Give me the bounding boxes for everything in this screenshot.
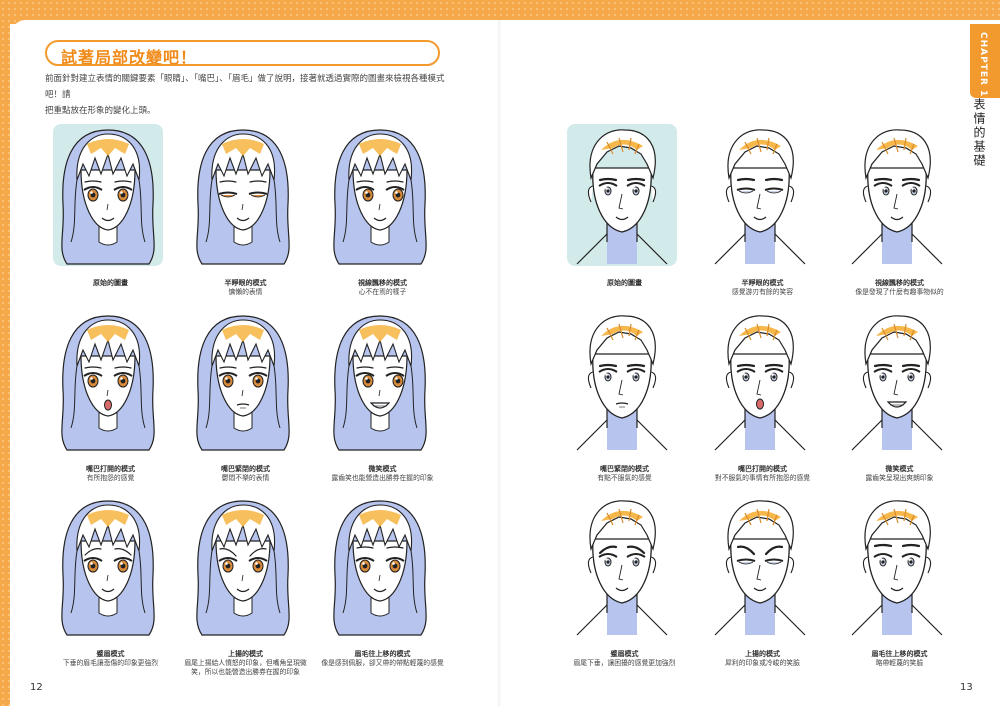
- boy-face-illustration: [842, 310, 957, 455]
- caption-title: 視線飄移的模式: [875, 279, 924, 287]
- girl-face-drawing: [61, 500, 155, 636]
- boy-face-illustration: [705, 495, 820, 640]
- caption-description: 像是感到佩服，卻又帶的帶點輕蔑的感覺: [321, 659, 444, 667]
- chapter-tab: CHAPTER 1: [970, 24, 1000, 98]
- girl-face-panel: 眉毛往上移的模式 像是感到佩服，卻又帶的帶點輕蔑的感覺: [321, 495, 444, 667]
- girl-face-panel: 視線飄移的模式 心不在焉的樣子: [325, 124, 440, 296]
- boy-face-illustration: [842, 124, 957, 269]
- girl-face-illustration: [53, 124, 168, 269]
- page-number-left: 12: [30, 682, 43, 693]
- girl-face-panel: 原始的圖畫: [53, 124, 168, 287]
- boy-face-drawing: [851, 129, 943, 265]
- girl-face-illustration: [53, 310, 168, 455]
- caption-description: 像是發現了什麼有趣事物似的: [855, 288, 944, 296]
- caption-title: 嘴巴打開的模式: [86, 465, 135, 473]
- caption-title: 微笑模式: [368, 465, 397, 473]
- boy-face-drawing: [576, 315, 668, 451]
- girl-face-illustration: [188, 495, 303, 640]
- chapter-name: 表情的基礎: [972, 98, 986, 168]
- caption-description: 露齒笑也能營造出勝券在握的印象: [331, 474, 434, 482]
- boy-face-panel: 原始的圖畫: [567, 124, 682, 287]
- caption-title: 原始的圖畫: [607, 279, 642, 287]
- girl-face-illustration: [188, 124, 303, 269]
- caption-title: 嘴巴緊閉的模式: [600, 465, 649, 473]
- boy-face-panel: 嘴巴打開的模式 對不服氣的事情有所抱怨的感覺: [705, 310, 820, 482]
- caption-description: 略帶輕蔑的笑臉: [875, 659, 924, 667]
- boy-face-panel: 嘴巴緊閉的模式 有點不服氣的感覺: [567, 310, 682, 482]
- girl-face-panel: 蹙眉模式 下垂的眉毛讓悲傷的印象更強烈: [53, 495, 168, 667]
- girl-face-drawing: [53, 124, 163, 266]
- intro-paragraph: 前面針對建立表情的關鍵要素「眼睛」、「嘴巴」、「眉毛」做了說明，接著就透過實際的…: [45, 71, 445, 119]
- boy-face-illustration: [705, 124, 820, 269]
- boy-face-drawing: [851, 315, 943, 451]
- girl-face-panel: 微笑模式 露齒笑也能營造出勝券在握的印象: [325, 310, 440, 482]
- girl-face-illustration: [325, 310, 440, 455]
- girl-face-illustration: [325, 495, 440, 640]
- boy-face-drawing: [714, 129, 806, 265]
- boy-face-panel: 眉毛往上移的模式 略帶輕蔑的笑臉: [842, 495, 957, 667]
- caption-title: 半睜眼的模式: [741, 279, 784, 287]
- section-title: 試著局部改變吧！: [61, 48, 198, 67]
- boy-face-panel: 微笑模式 露齒笑呈現出爽朗印象: [842, 310, 957, 482]
- girl-face-drawing: [196, 315, 290, 451]
- intro-line: 把重點放在形象的變化上頭。: [45, 106, 156, 116]
- caption-title: 眉毛往上移的模式: [871, 650, 928, 658]
- caption-title: 嘴巴緊閉的模式: [221, 465, 270, 473]
- boy-face-illustration: [842, 495, 957, 640]
- page-number-right: 13: [960, 682, 973, 693]
- boy-face-drawing: [576, 500, 668, 636]
- section-title-box: 試著局部改變吧！: [45, 40, 440, 67]
- caption-title: 半睜眼的模式: [224, 279, 267, 287]
- girl-face-illustration: [325, 124, 440, 269]
- caption-description: 心不在焉的樣子: [358, 288, 407, 296]
- caption-title: 上揚的模式: [228, 650, 263, 658]
- boy-face-panel: 蹙眉模式 眉尾下垂，讓困擾的感覺更加強烈: [567, 495, 682, 667]
- caption-title: 眉毛往上移的模式: [354, 650, 411, 658]
- girl-face-drawing: [333, 315, 427, 451]
- left-decorative-edge: [0, 0, 10, 706]
- girl-face-illustration: [188, 310, 303, 455]
- chapter-tab-label: CHAPTER 1: [978, 32, 988, 98]
- boy-face-panel: 視線飄移的模式 像是發現了什麼有趣事物似的: [842, 124, 957, 296]
- boy-face-illustration: [567, 310, 682, 455]
- caption-title: 蹙眉模式: [96, 650, 125, 658]
- girl-face-panel: 嘴巴打開的模式 有所抱怨的感覺: [53, 310, 168, 482]
- boy-face-drawing: [714, 315, 806, 451]
- caption-description: 笑，所以也能營造出勝券在握的印象: [191, 668, 300, 676]
- girl-face-illustration: [53, 495, 168, 640]
- girl-face-drawing: [333, 129, 427, 265]
- boy-face-panel: 上揚的模式 犀利的印象或冷峻的笑臉: [705, 495, 820, 667]
- girl-face-panel: 半睜眼的模式 慵懶的表情: [188, 124, 303, 296]
- boy-face-illustration: [567, 124, 682, 269]
- caption-title: 視線飄移的模式: [358, 279, 407, 287]
- caption-title: 蹙眉模式: [610, 650, 639, 658]
- boy-face-drawing: [567, 124, 677, 266]
- caption-title: 微笑模式: [885, 465, 914, 473]
- caption-title: 上揚的模式: [745, 650, 780, 658]
- boy-face-drawing: [851, 500, 943, 636]
- boy-face-panel: 半睜眼的模式 感覺游刃有餘的笑容: [705, 124, 820, 296]
- caption-title: 嘴巴打開的模式: [738, 465, 787, 473]
- girl-face-drawing: [196, 129, 290, 265]
- girl-face-drawing: [61, 315, 155, 451]
- boy-face-illustration: [567, 495, 682, 640]
- girl-face-drawing: [196, 500, 290, 636]
- caption-description: 露齒笑呈現出爽朗印象: [865, 474, 934, 482]
- caption-title: 原始的圖畫: [93, 279, 128, 287]
- girl-face-panel: 上揚的模式 眉尾上揚給人憤怒的印象，但嘴角呈現微 笑，所以也能營造出勝券在握的印象: [184, 495, 307, 676]
- boy-face-drawing: [714, 500, 806, 636]
- boy-face-illustration: [705, 310, 820, 455]
- intro-line: 前面針對建立表情的關鍵要素「眼睛」、「嘴巴」、「眉毛」做了說明，接著就透過實際的…: [45, 74, 445, 100]
- book-gutter: [498, 20, 502, 706]
- girl-face-panel: 嘴巴緊閉的模式 鬱悶不樂的表情: [188, 310, 303, 482]
- girl-face-drawing: [333, 500, 427, 636]
